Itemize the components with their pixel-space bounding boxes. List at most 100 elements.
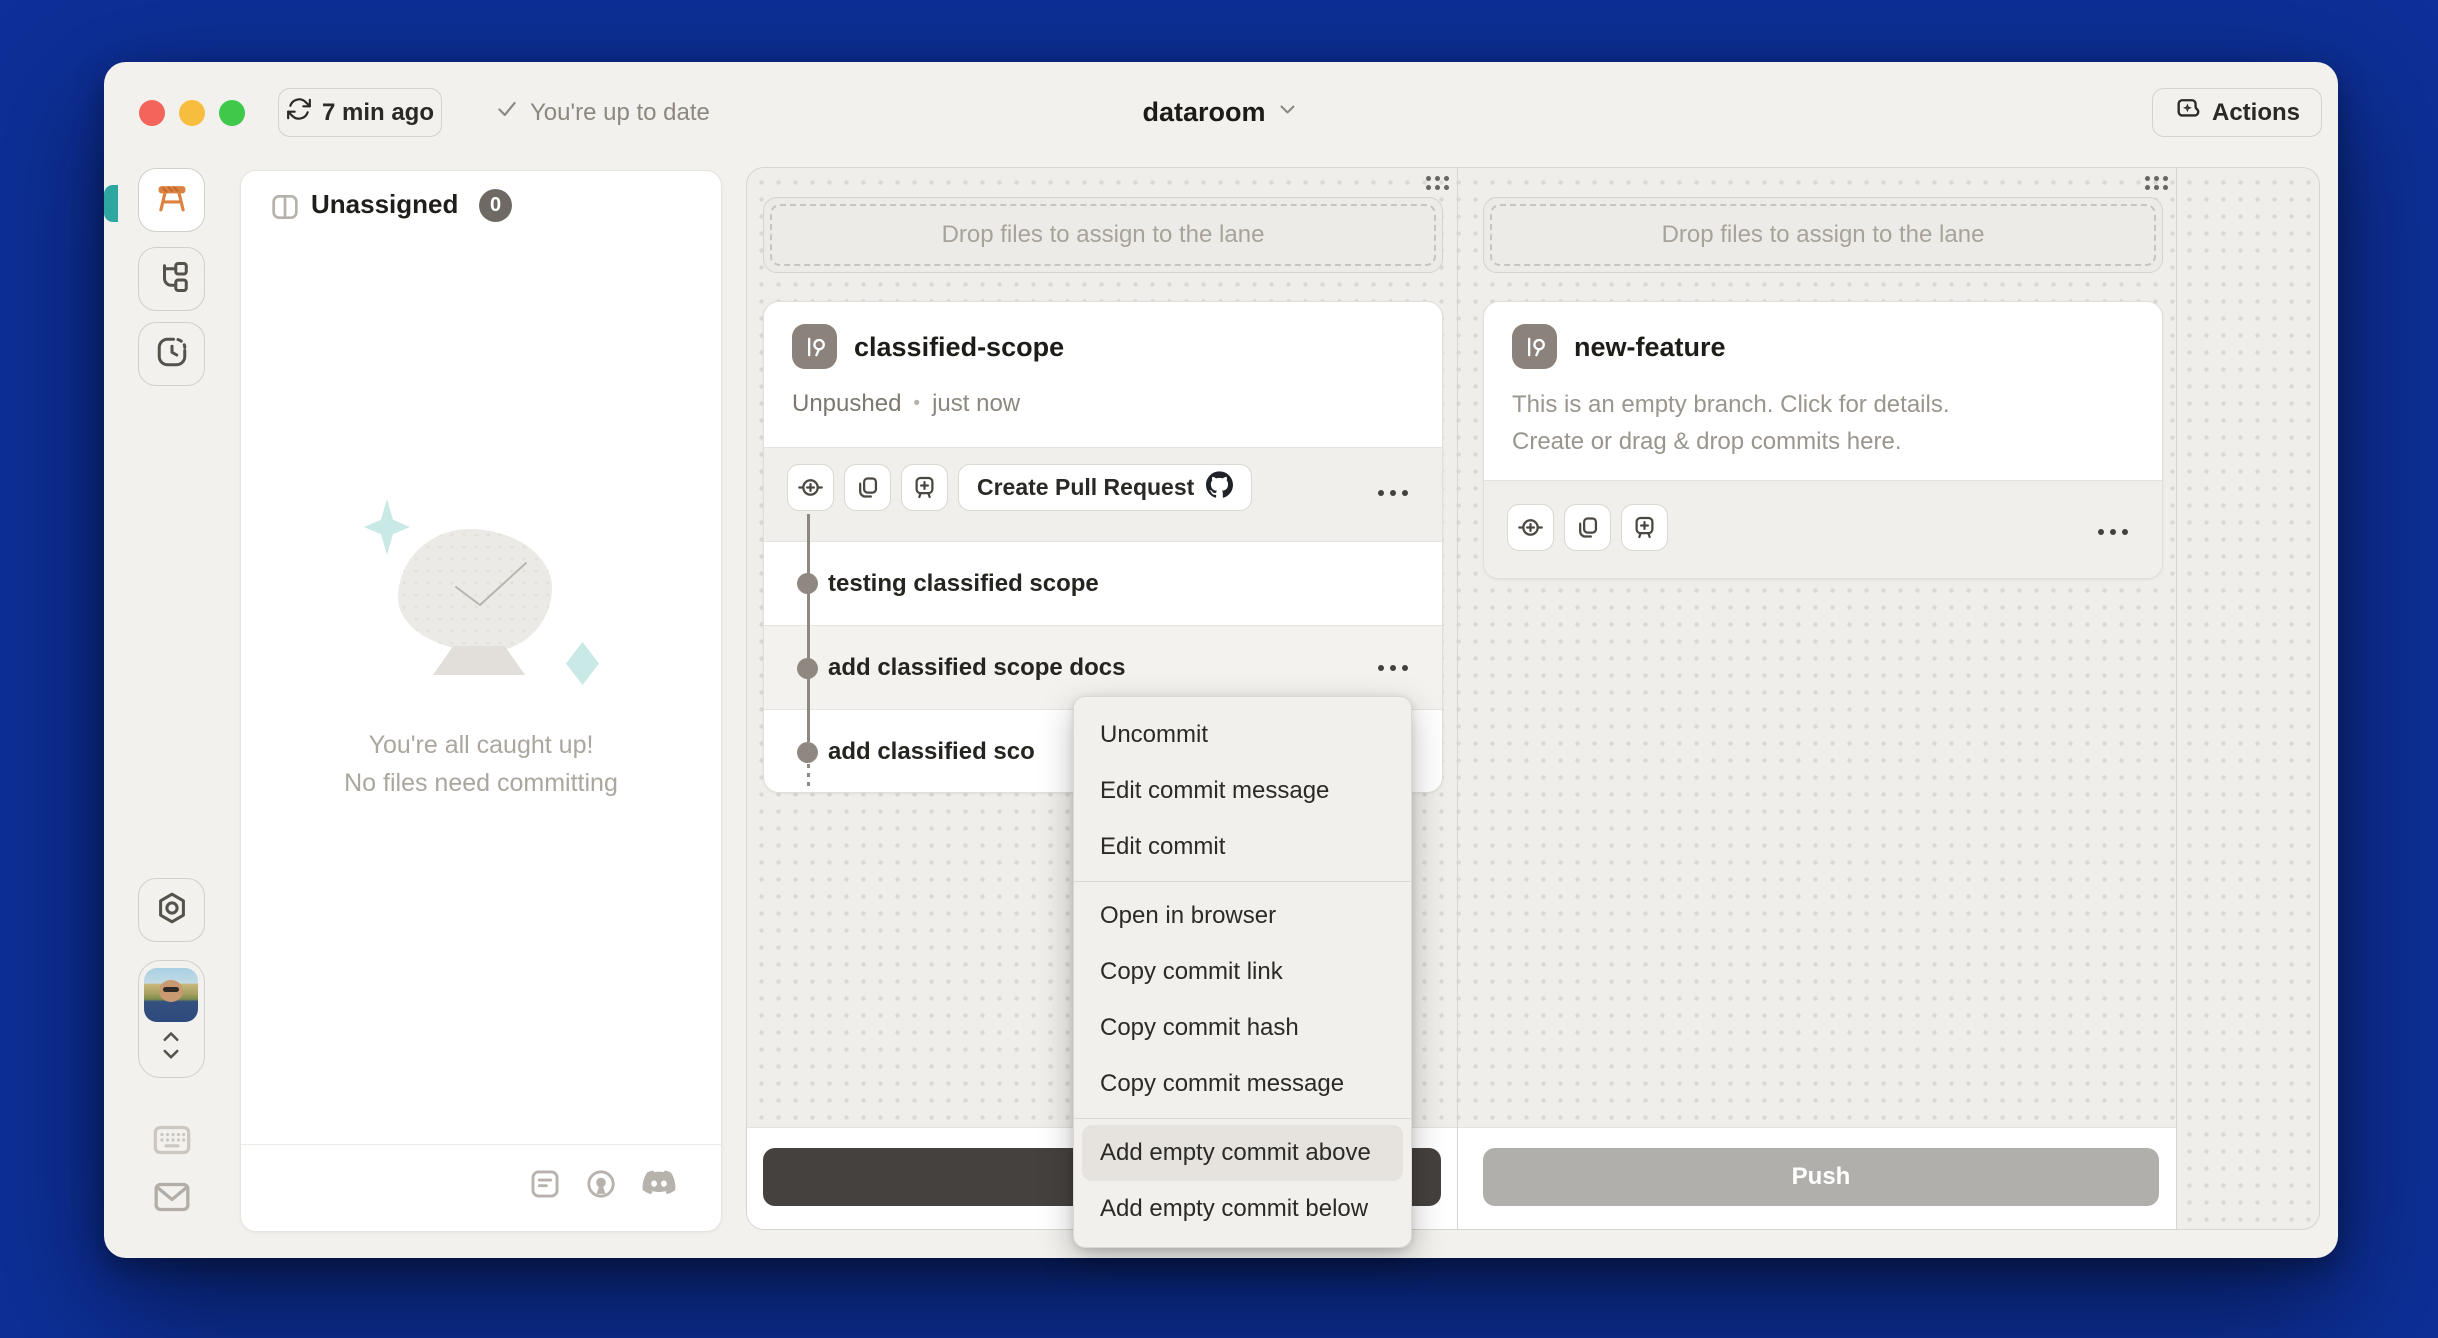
copy-branch-button[interactable] <box>844 464 891 511</box>
copy-branch-button[interactable] <box>1564 504 1611 551</box>
commit-context-menu: Uncommit Edit commit message Edit commit… <box>1073 696 1412 1248</box>
menu-item-uncommit[interactable]: Uncommit <box>1074 707 1411 763</box>
open-source-icon[interactable] <box>584 1167 618 1206</box>
illustration-stand <box>433 646 525 675</box>
github-icon <box>1206 471 1234 504</box>
push-label: Push <box>1791 1163 1851 1190</box>
sync-icon <box>286 96 312 129</box>
assign-target-button[interactable] <box>1507 504 1554 551</box>
menu-divider <box>1074 1118 1411 1119</box>
discord-icon[interactable] <box>640 1167 678 1206</box>
lane-drag-handle[interactable] <box>1424 174 1451 192</box>
branch-status: Unpushed • just now <box>792 390 1020 418</box>
diamond-decoration <box>566 642 599 685</box>
branch-toolbar <box>1484 480 2162 578</box>
desktop-wallpaper: 7 min ago You're up to date dataroom Act… <box>0 0 2438 1338</box>
sync-status-button[interactable]: 7 min ago <box>278 88 442 137</box>
commit-menu-kebab[interactable] <box>1378 665 1408 671</box>
menu-item-open-in-browser[interactable]: Open in browser <box>1074 888 1411 944</box>
notification-tab[interactable] <box>104 185 118 222</box>
branch-name: classified-scope <box>854 332 1065 362</box>
commit-graph-line <box>807 514 810 742</box>
commit-message: add classified sco <box>828 738 1035 765</box>
create-pr-label: Create Pull Request <box>977 474 1195 500</box>
commit-time: just now <box>932 390 1021 417</box>
branch-menu-kebab[interactable] <box>2098 529 2128 535</box>
push-button-new-feature[interactable]: Push <box>1483 1148 2159 1206</box>
empty-branch-line2: Create or drag & drop commits here. <box>1512 428 1902 455</box>
menu-item-edit-commit-message[interactable]: Edit commit message <box>1074 763 1411 819</box>
traffic-light-zoom[interactable] <box>219 100 245 126</box>
menu-item-add-empty-commit-above[interactable]: Add empty commit above <box>1082 1125 1403 1181</box>
assign-target-button[interactable] <box>787 464 834 511</box>
menu-item-edit-commit[interactable]: Edit commit <box>1074 819 1411 875</box>
commit-message: add classified scope docs <box>828 653 1126 681</box>
commit-dot <box>797 658 818 679</box>
empty-branch-description: This is an empty branch. Click for detai… <box>1512 386 1950 460</box>
menu-item-copy-commit-link[interactable]: Copy commit link <box>1074 944 1411 1000</box>
actions-label: Actions <box>2211 98 2300 126</box>
account-switcher[interactable] <box>138 960 205 1078</box>
empty-state-title: You're all caught up! <box>368 731 594 759</box>
sidebar-item-settings[interactable] <box>138 878 205 942</box>
unassigned-title: Unassigned <box>311 189 459 219</box>
caught-up-check-icon <box>448 557 534 616</box>
actions-icon <box>2174 95 2202 130</box>
drop-files-zone[interactable]: Drop files to assign to the lane <box>763 197 1443 273</box>
commit-dot <box>797 742 818 763</box>
sidebar-item-workspace[interactable] <box>138 168 205 232</box>
sidebar-item-branches[interactable] <box>138 247 205 311</box>
status-separator-dot: • <box>913 393 921 414</box>
drop-hint-label: Drop files to assign to the lane <box>1661 221 1985 248</box>
new-commit-button[interactable] <box>1621 504 1668 551</box>
release-notes-icon[interactable] <box>528 1167 562 1206</box>
commit-dot <box>797 573 818 594</box>
up-to-date-status: You're up to date <box>494 88 710 137</box>
commit-graph-tail <box>807 764 810 790</box>
avatar <box>144 968 198 1022</box>
create-pull-request-button[interactable]: Create Pull Request <box>958 464 1253 511</box>
history-clock-icon <box>154 334 190 375</box>
up-to-date-label: You're up to date <box>530 98 710 126</box>
keyboard-shortcuts-icon[interactable] <box>152 1124 192 1161</box>
branch-menu-kebab[interactable] <box>1378 490 1408 496</box>
check-icon <box>494 96 520 129</box>
drop-hint-label: Drop files to assign to the lane <box>941 221 1265 248</box>
traffic-light-close[interactable] <box>139 100 165 126</box>
butler-stool-icon <box>153 179 191 222</box>
workspace-canvas: Drop files to assign to the lane classif… <box>746 167 2320 1230</box>
sparkle-decoration <box>364 499 410 555</box>
menu-item-copy-commit-hash[interactable]: Copy commit hash <box>1074 1000 1411 1056</box>
branch-graph-icon <box>154 259 190 300</box>
project-name: dataroom <box>1142 97 1266 127</box>
gear-icon <box>154 890 190 931</box>
drop-files-zone[interactable]: Drop files to assign to the lane <box>1483 197 2163 273</box>
mail-icon[interactable] <box>152 1180 192 1219</box>
traffic-light-minimize[interactable] <box>179 100 205 126</box>
branch-toolbar: Create Pull Request <box>764 447 1442 542</box>
push-status: Unpushed <box>792 390 902 417</box>
panel-footer-divider <box>241 1144 721 1145</box>
empty-state-subtitle: No files need committing <box>344 769 618 797</box>
chevron-up-down-icon <box>156 1027 186 1070</box>
unassigned-count-badge: 0 <box>479 189 512 222</box>
branch-icon <box>1512 324 1557 369</box>
new-commit-button[interactable] <box>901 464 948 511</box>
unassigned-panel: Unassigned 0 You're all caught up! No fi… <box>240 170 722 1232</box>
commit-row[interactable]: testing classified scope <box>764 542 1442 626</box>
commit-message: testing classified scope <box>828 569 1099 597</box>
menu-item-add-empty-commit-below[interactable]: Add empty commit below <box>1074 1181 1411 1237</box>
lane-divider[interactable] <box>1457 168 1458 1229</box>
sidebar-item-history[interactable] <box>138 322 205 386</box>
project-switcher[interactable]: dataroom <box>1142 88 1299 137</box>
branch-name: new-feature <box>1574 332 1726 362</box>
split-view-icon <box>269 191 301 228</box>
lane-divider[interactable] <box>2176 168 2177 1229</box>
branch-card-new-feature[interactable]: new-feature This is an empty branch. Cli… <box>1483 301 2163 579</box>
menu-item-copy-commit-message[interactable]: Copy commit message <box>1074 1056 1411 1112</box>
menu-divider <box>1074 881 1411 882</box>
actions-button[interactable]: Actions <box>2152 88 2322 137</box>
lane-drag-handle[interactable] <box>2143 174 2170 192</box>
branch-icon <box>792 324 837 369</box>
empty-branch-line1: This is an empty branch. Click for detai… <box>1512 391 1950 418</box>
